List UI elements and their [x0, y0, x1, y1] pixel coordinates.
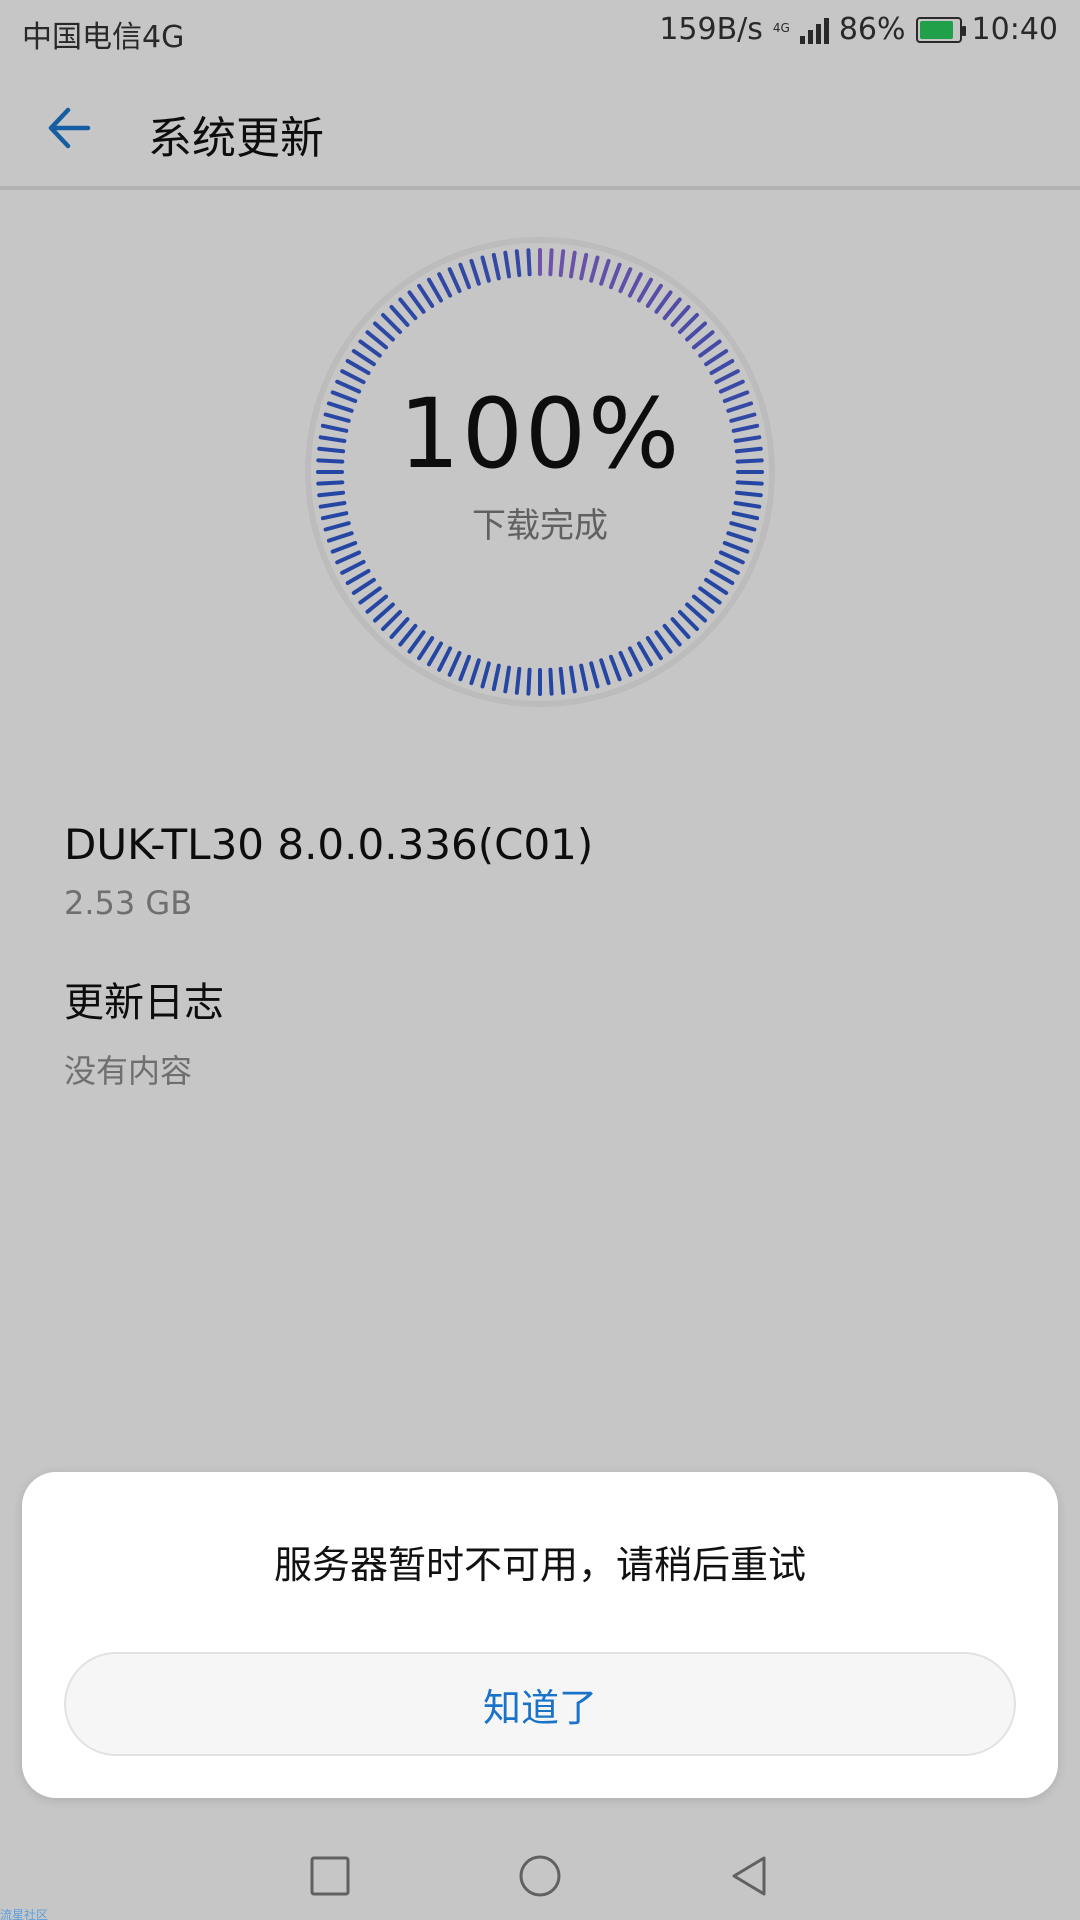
- watermark: 流星社区: [0, 1908, 49, 1920]
- error-dialog: 服务器暂时不可用，请稍后重试 知道了: [22, 1472, 1058, 1798]
- screen: 中国电信4G 159B/s 4G 86% 10:40 系统更新 100% 下载完…: [0, 0, 1080, 1920]
- dialog-message: 服务器暂时不可用，请稍后重试: [273, 1543, 806, 1587]
- acknowledge-button[interactable]: 知道了: [64, 1652, 1016, 1756]
